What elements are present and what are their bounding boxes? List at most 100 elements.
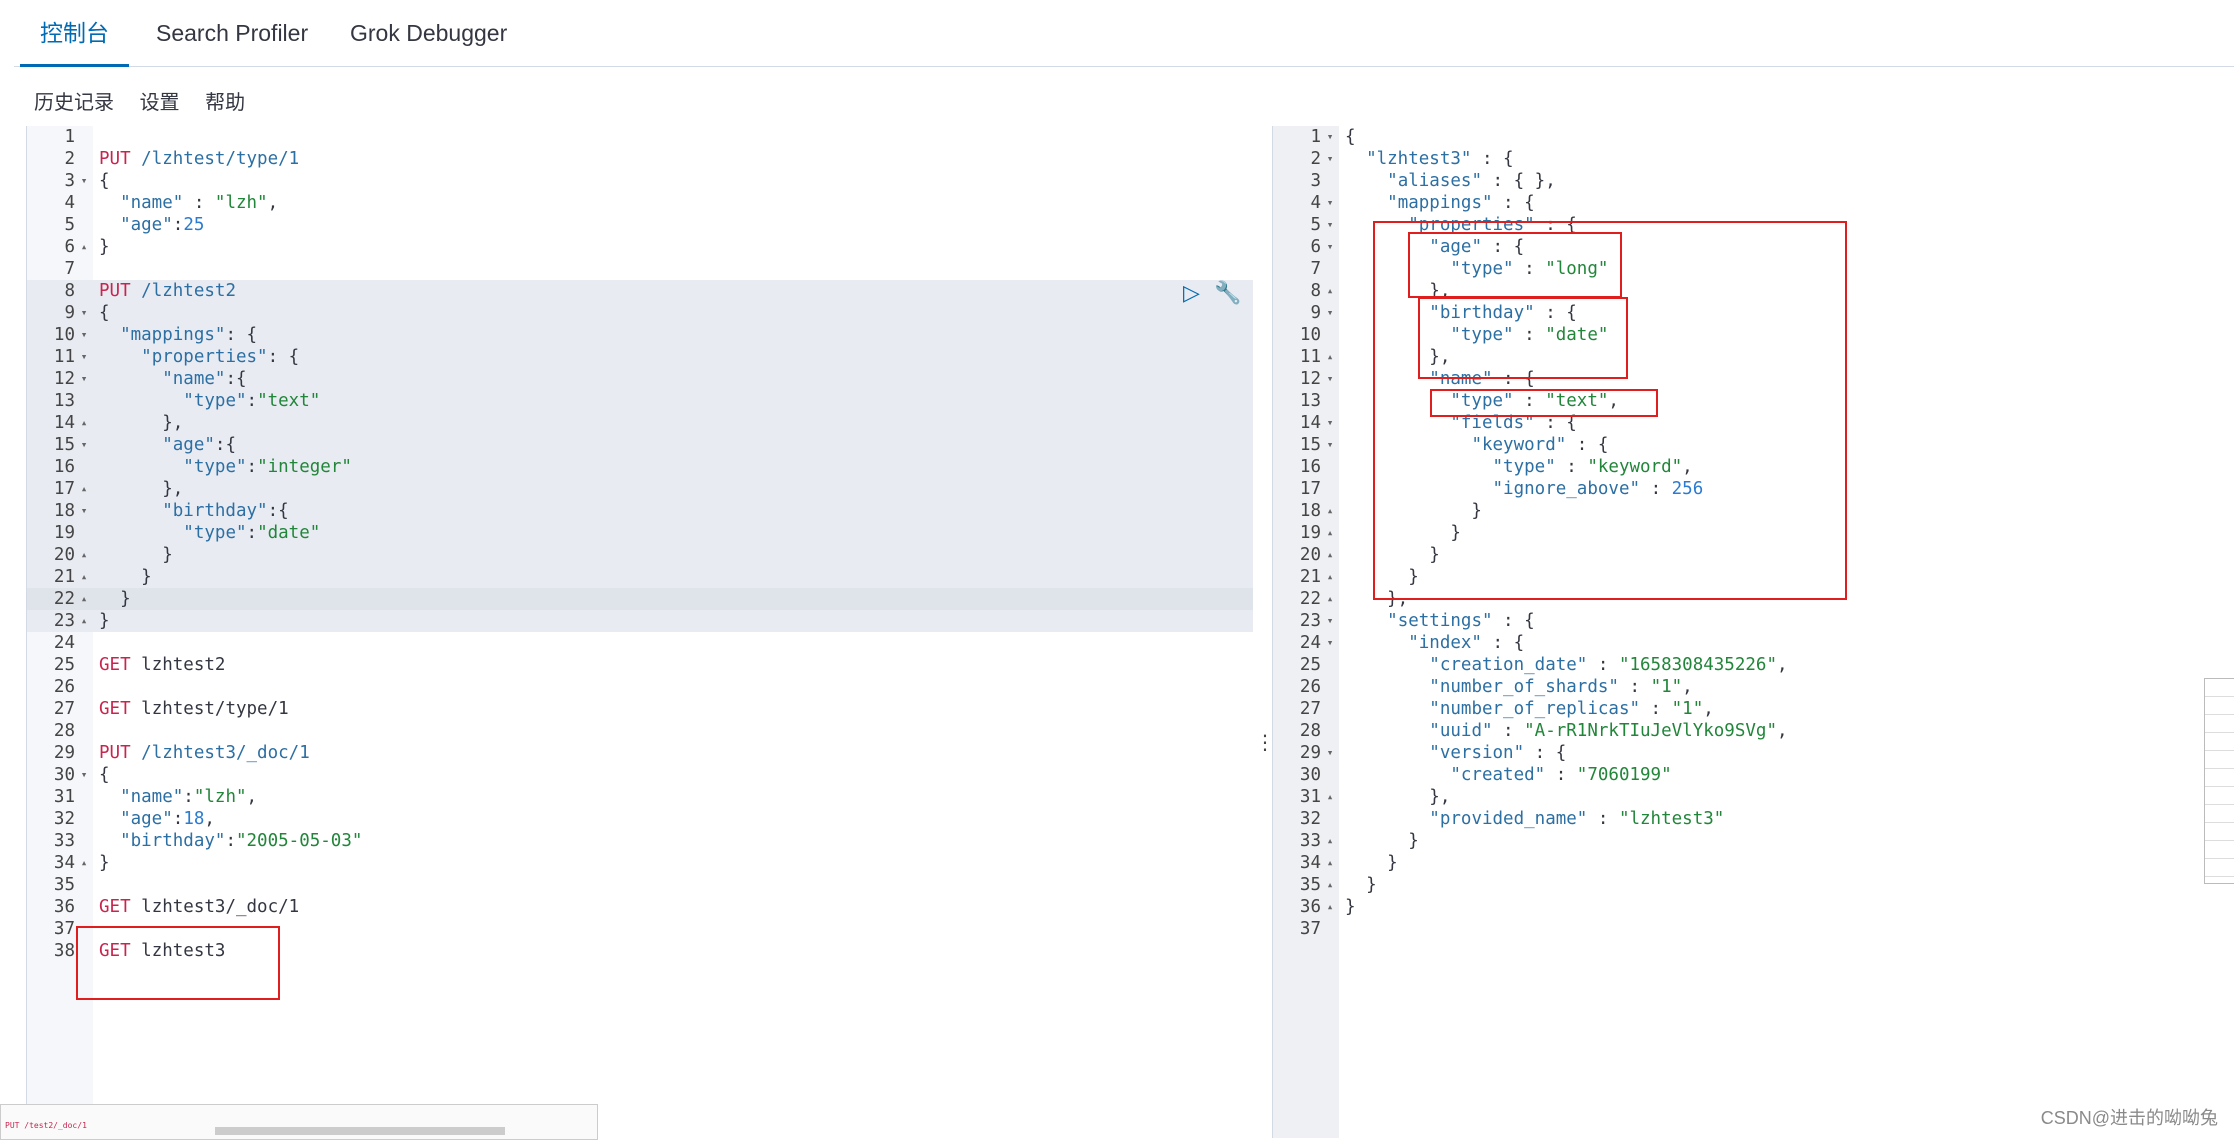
fold-toggle-icon[interactable]: ▾	[1323, 412, 1337, 434]
fold-toggle-icon[interactable]: ▴	[77, 478, 91, 500]
settings-link[interactable]: 设置	[140, 88, 180, 118]
request-line-4[interactable]: 4 "name" : "lzh",	[27, 192, 1253, 214]
request-line-22[interactable]: 22 ▴ }	[27, 588, 1253, 610]
request-line-20[interactable]: 20 ▴ }	[27, 544, 1253, 566]
fold-toggle-icon[interactable]: ▴	[1323, 874, 1337, 896]
request-line-30[interactable]: 30 ▾ {	[27, 764, 1253, 786]
fold-toggle-icon[interactable]: ▾	[77, 500, 91, 522]
request-line-33[interactable]: 33 "birthday":"2005-05-03"	[27, 830, 1253, 852]
line-number: 33	[1299, 831, 1321, 851]
request-line-21[interactable]: 21 ▴ }	[27, 566, 1253, 588]
fold-toggle-icon[interactable]: ▾	[1323, 368, 1337, 390]
fold-toggle-icon[interactable]: ▾	[1323, 214, 1337, 236]
line-number: 28	[53, 721, 75, 741]
fold-toggle-icon[interactable]: ▾	[1323, 126, 1337, 148]
fold-toggle-icon[interactable]: ▾	[77, 302, 91, 324]
request-line-6[interactable]: 6 ▴}	[27, 236, 1253, 258]
fold-toggle-icon[interactable]: ▴	[77, 544, 91, 566]
fold-toggle-icon[interactable]: ▴	[77, 610, 91, 632]
fold-toggle-icon[interactable]: ▴	[1323, 786, 1337, 808]
fold-toggle-icon[interactable]: ▾	[77, 368, 91, 390]
help-link[interactable]: 帮助	[205, 88, 245, 118]
request-line-27[interactable]: 27 GET lzhtest/type/1	[27, 698, 1253, 720]
fold-toggle-icon[interactable]: ▴	[1323, 566, 1337, 588]
fold-toggle-icon[interactable]: ▴	[1323, 500, 1337, 522]
play-icon[interactable]: ▷	[1183, 280, 1200, 305]
code-text: },	[99, 413, 184, 433]
request-line-10[interactable]: 10 ▾ "mappings": {	[27, 324, 1253, 346]
request-line-13[interactable]: 13 "type":"text"	[27, 390, 1253, 412]
request-code[interactable]: 1 2 PUT /lzhtest/type/1 3 ▾{4 "name" : "lzh"…	[27, 126, 1253, 962]
request-line-19[interactable]: 19 "type":"date"	[27, 522, 1253, 544]
fold-toggle-icon[interactable]: ▾	[1323, 434, 1337, 456]
fold-toggle-icon[interactable]: ▴	[77, 852, 91, 874]
request-line-9[interactable]: 9 ▾ {	[27, 302, 1253, 324]
fold-toggle-icon[interactable]: ▴	[1323, 544, 1337, 566]
request-line-26[interactable]: 26	[27, 676, 1253, 698]
request-line-17[interactable]: 17 ▴ },	[27, 478, 1253, 500]
code-text: "provided_name" : "lzhtest3"	[1429, 809, 1725, 829]
request-line-37[interactable]: 37	[27, 918, 1253, 940]
request-line-23[interactable]: 23 ▴}	[27, 610, 1253, 632]
fold-toggle-icon[interactable]: ▴	[1323, 852, 1337, 874]
fold-toggle-icon[interactable]: ▴	[1323, 280, 1337, 302]
request-line-34[interactable]: 34 ▴}	[27, 852, 1253, 874]
request-line-5[interactable]: 5 "age":25	[27, 214, 1253, 236]
fold-toggle-icon[interactable]: ▾	[1323, 610, 1337, 632]
request-line-36[interactable]: 36 GET lzhtest3/_doc/1	[27, 896, 1253, 918]
code-text: "type":"text"	[183, 391, 321, 411]
fold-toggle-icon[interactable]: ▴	[77, 566, 91, 588]
fold-toggle-icon[interactable]: ▾	[1323, 148, 1337, 170]
fold-toggle-icon[interactable]: ▴	[77, 412, 91, 434]
request-line-14[interactable]: 14 ▴ },	[27, 412, 1253, 434]
line-number: 17	[53, 479, 75, 499]
history-link[interactable]: 历史记录	[34, 88, 114, 118]
request-line-28[interactable]: 28	[27, 720, 1253, 742]
fold-toggle-icon[interactable]: ▾	[77, 346, 91, 368]
fold-toggle-icon[interactable]: ▾	[1323, 742, 1337, 764]
request-line-7[interactable]: 7	[27, 258, 1253, 280]
fold-toggle-icon[interactable]: ▴	[1323, 830, 1337, 852]
request-line-2[interactable]: 2 PUT /lzhtest/type/1	[27, 148, 1253, 170]
tab-grok-debugger[interactable]: Grok Debugger	[330, 0, 527, 66]
request-line-8[interactable]: 8 PUT /lzhtest2	[27, 280, 1253, 302]
request-line-25[interactable]: 25 GET lzhtest2	[27, 654, 1253, 676]
request-line-11[interactable]: 11 ▾ "properties": {	[27, 346, 1253, 368]
code-text: "type":"date"	[183, 523, 321, 543]
request-line-31[interactable]: 31 "name":"lzh",	[27, 786, 1253, 808]
request-line-18[interactable]: 18 ▾ "birthday":{	[27, 500, 1253, 522]
wrench-icon[interactable]: 🔧	[1214, 280, 1241, 305]
request-line-1[interactable]: 1	[27, 126, 1253, 148]
tab-search-profiler[interactable]: Search Profiler	[136, 0, 328, 66]
fold-toggle-icon[interactable]: ▾	[77, 434, 91, 456]
request-line-32[interactable]: 32 "age":18,	[27, 808, 1253, 830]
fold-toggle-icon[interactable]: ▴	[1323, 588, 1337, 610]
fold-toggle-icon[interactable]: ▾	[1323, 192, 1337, 214]
fold-toggle-icon[interactable]: ▾	[1323, 236, 1337, 258]
line-number: 34	[53, 853, 75, 873]
code-text: "type" : "date"	[1450, 325, 1609, 345]
fold-toggle-icon[interactable]: ▴	[77, 236, 91, 258]
request-line-38[interactable]: 38 GET lzhtest3	[27, 940, 1253, 962]
request-line-12[interactable]: 12 ▾ "name":{	[27, 368, 1253, 390]
fold-toggle-icon[interactable]: ▴	[77, 588, 91, 610]
fold-toggle-icon[interactable]: ▴	[1323, 896, 1337, 918]
tab-console[interactable]: 控制台	[20, 0, 129, 67]
fold-toggle-icon[interactable]: ▴	[1323, 522, 1337, 544]
fold-toggle-icon[interactable]: ▾	[77, 170, 91, 192]
request-line-15[interactable]: 15 ▾ "age":{	[27, 434, 1253, 456]
fold-toggle-icon[interactable]: ▾	[1323, 632, 1337, 654]
fold-toggle-icon[interactable]: ▾	[1323, 302, 1337, 324]
request-line-24[interactable]: 24	[27, 632, 1253, 654]
request-line-29[interactable]: 29 PUT /lzhtest3/_doc/1	[27, 742, 1253, 764]
code-text: "name" : {	[1429, 369, 1535, 389]
thumbnail-window: PUT /test2/_doc/1	[0, 1104, 598, 1140]
request-line-3[interactable]: 3 ▾ {	[27, 170, 1253, 192]
fold-toggle-icon[interactable]: ▾	[77, 764, 91, 786]
request-line-16[interactable]: 16 "type":"integer"	[27, 456, 1253, 478]
request-line-35[interactable]: 35	[27, 874, 1253, 896]
line-number: 25	[1299, 655, 1321, 675]
request-editor[interactable]: 1 2 PUT /lzhtest/type/1 3 ▾{4 "name" : "lzh"…	[26, 126, 1253, 1138]
fold-toggle-icon[interactable]: ▴	[1323, 346, 1337, 368]
fold-toggle-icon[interactable]: ▾	[77, 324, 91, 346]
